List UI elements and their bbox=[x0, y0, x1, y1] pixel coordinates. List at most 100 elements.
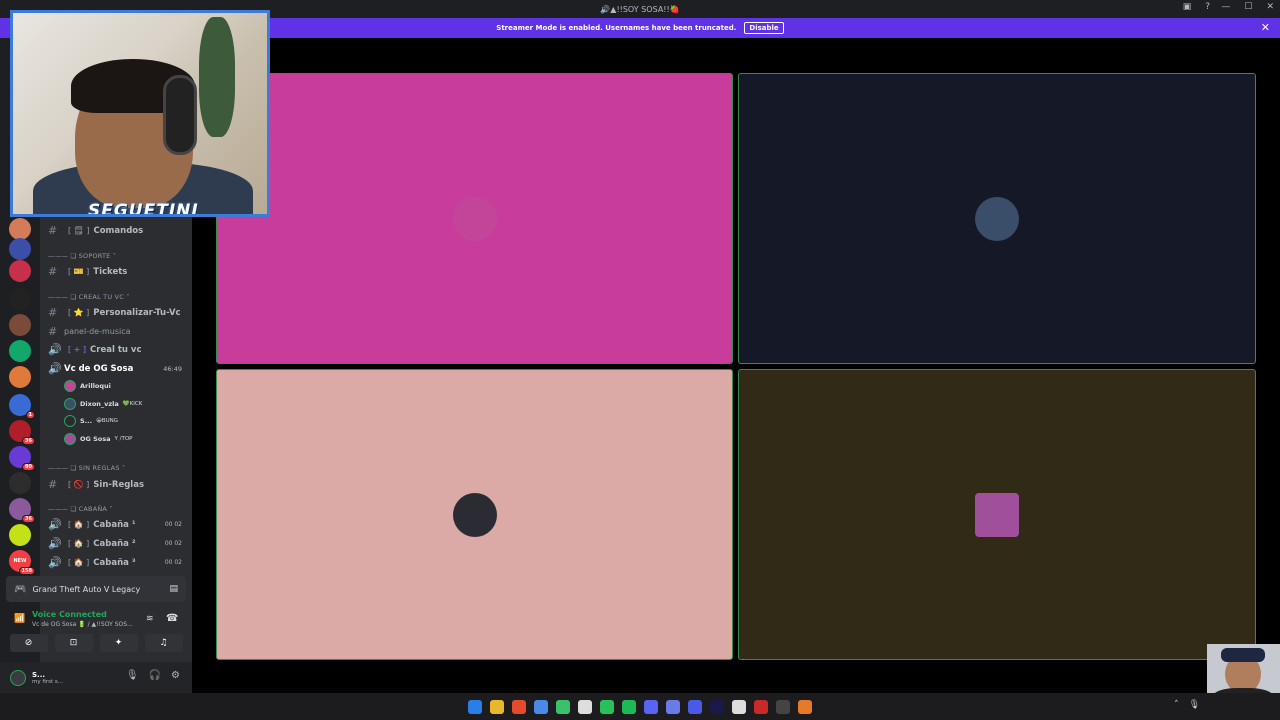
disconnect-icon[interactable]: ☎ bbox=[166, 613, 178, 624]
channel-panel-de-musica[interactable]: # panel-de-musica bbox=[40, 325, 192, 338]
server-icon[interactable] bbox=[9, 472, 31, 494]
user-status: my first s... bbox=[32, 678, 63, 685]
speaker-icon: 🔊 bbox=[48, 537, 62, 550]
avatar[interactable] bbox=[10, 669, 26, 686]
voice-user-tag: Y /TOP bbox=[114, 435, 133, 442]
notes-icon[interactable] bbox=[776, 699, 790, 714]
folder-icon[interactable] bbox=[490, 699, 504, 714]
premiere-icon[interactable] bbox=[710, 699, 724, 714]
windows-icon[interactable] bbox=[468, 699, 482, 714]
channel-cabana[interactable]: 🔊 [ 🏠 ] Cabaña ³ 00 02 bbox=[40, 556, 192, 569]
video-tile-4[interactable] bbox=[738, 369, 1256, 660]
inbox-icon[interactable]: ▣ bbox=[1183, 2, 1192, 12]
video-tile-2[interactable] bbox=[738, 73, 1256, 364]
mention-badge: 36 bbox=[22, 515, 35, 523]
voice-user-tag: 😀BUNG bbox=[96, 418, 119, 424]
bracket-icon: [ 🗒 ] bbox=[68, 226, 90, 235]
voice-user[interactable]: S... 😀BUNG bbox=[64, 415, 118, 427]
no-entry-icon: [ 🚫 ] bbox=[68, 480, 90, 489]
server-icon[interactable]: 36 bbox=[9, 498, 35, 523]
channel-label: Vc de OG Sosa bbox=[64, 363, 134, 374]
video-tile-1[interactable] bbox=[216, 73, 733, 364]
noise-icon[interactable]: ≋ bbox=[146, 614, 154, 624]
whatsapp-icon[interactable] bbox=[600, 699, 614, 714]
settings-icon[interactable]: ⚙ bbox=[171, 670, 180, 681]
calendar-icon[interactable] bbox=[688, 699, 702, 714]
activity-card[interactable]: 🎮 Grand Theft Auto V Legacy ▤ bbox=[6, 576, 186, 602]
voice-user[interactable]: Dixon_vzla 💚KICK bbox=[64, 397, 142, 410]
channel-sin-reglas[interactable]: # [ 🚫 ] Sin-Reglas bbox=[40, 478, 192, 491]
channel-label: Cabaña ² bbox=[93, 538, 136, 549]
user-limit-count: 00 02 bbox=[164, 521, 182, 528]
channel-label: panel-de-musica bbox=[64, 327, 131, 336]
chrome-icon[interactable] bbox=[534, 699, 548, 714]
obs-icon[interactable] bbox=[754, 699, 768, 714]
server-icon[interactable]: NEW 158 bbox=[9, 550, 35, 575]
category-creal[interactable]: ——— ❏ CREAL TU VC ˅ bbox=[48, 293, 130, 301]
disable-button[interactable]: Disable bbox=[744, 22, 784, 34]
app-icon[interactable] bbox=[798, 699, 812, 714]
server-icon[interactable] bbox=[9, 238, 31, 260]
files-icon[interactable] bbox=[666, 699, 680, 714]
channel-label: Sin-Reglas bbox=[93, 479, 145, 490]
voice-user-name: S... bbox=[80, 417, 93, 425]
voice-channel-name[interactable]: Vc de OG Sosa 🔋 / ▲!!SOY SOS... bbox=[32, 621, 133, 628]
game-name: Grand Theft Auto V Legacy bbox=[32, 584, 141, 594]
close-icon[interactable]: ✕ bbox=[1266, 2, 1274, 12]
user-panel: S... my first s... 🎙 🎧 ⚙ bbox=[0, 662, 192, 693]
channel-label: Creal tu vc bbox=[90, 344, 142, 355]
chrome-icon[interactable] bbox=[556, 699, 570, 714]
headphones-icon[interactable]: 🎧 bbox=[149, 670, 161, 681]
voice-status[interactable]: Voice Connected bbox=[32, 610, 107, 619]
channel-cabana[interactable]: 🔊 [ 🏠 ] Cabaña ² 00 02 bbox=[40, 537, 192, 550]
server-icon[interactable] bbox=[9, 218, 31, 240]
video-tile-3[interactable] bbox=[216, 369, 733, 660]
voice-user[interactable]: Arilloqui bbox=[64, 380, 115, 392]
server-icon[interactable]: 80 bbox=[9, 446, 35, 471]
brave-icon[interactable] bbox=[512, 699, 526, 714]
channel-label: Cabaña ³ bbox=[93, 557, 136, 568]
category-label: CABAÑA bbox=[78, 505, 108, 513]
microphone-icon[interactable]: 🎙 bbox=[126, 670, 139, 681]
category-sin-reglas[interactable]: ——— ❏ SIN REGLAS ˅ bbox=[48, 464, 125, 472]
close-banner-icon[interactable]: ✕ bbox=[1261, 21, 1270, 34]
share-screen-icon[interactable]: ▤ bbox=[169, 584, 178, 594]
cabin-icon: [ 🏠 ] bbox=[68, 558, 90, 567]
server-icon[interactable] bbox=[9, 260, 31, 282]
channel-label: Personalizar-Tu-Vc bbox=[93, 307, 181, 318]
category-cabana[interactable]: ——— ❏ CABAÑA ˅ bbox=[48, 505, 113, 513]
minimize-icon[interactable]: — bbox=[1221, 2, 1230, 12]
channel-tickets[interactable]: # [ 🎫 ] Tickets bbox=[40, 265, 192, 278]
server-icon[interactable] bbox=[9, 288, 31, 310]
spotify-icon[interactable] bbox=[622, 699, 636, 714]
user-limit-count: 00 02 bbox=[164, 540, 182, 547]
channel-voice-og-sosa[interactable]: 🔊 Vc de OG Sosa 46:49 bbox=[40, 362, 192, 375]
participant-avatar bbox=[975, 196, 1019, 241]
discord-icon[interactable] bbox=[644, 699, 658, 714]
screen-share-icon[interactable]: ⊡ bbox=[54, 634, 93, 652]
server-icon[interactable]: 1 bbox=[9, 394, 35, 419]
channel-comandos[interactable]: # [ 🗒 ] Comandos bbox=[40, 224, 192, 237]
server-icon[interactable] bbox=[9, 340, 31, 362]
mic-tray-icon[interactable]: 🎙 bbox=[1189, 700, 1200, 710]
soundboard-icon[interactable]: ♫ bbox=[144, 634, 183, 652]
chevron-up-icon[interactable]: ˄ bbox=[1174, 700, 1179, 710]
voice-user[interactable]: OG Sosa Y /TOP bbox=[64, 432, 133, 445]
camera-off-icon[interactable]: ⊘ bbox=[9, 634, 48, 652]
participant-avatar bbox=[452, 196, 497, 241]
channel-creal-tu-vc[interactable]: 🔊 [ + ] Creal tu vc bbox=[40, 343, 192, 356]
help-icon[interactable]: ? bbox=[1205, 2, 1210, 12]
chatgpt-icon[interactable] bbox=[578, 699, 592, 714]
activities-icon[interactable]: ✦ bbox=[99, 634, 138, 652]
server-icon[interactable] bbox=[9, 524, 31, 546]
channel-personalizar[interactable]: # [ ⭐ ] Personalizar-Tu-Vc bbox=[40, 306, 192, 319]
capcut-icon[interactable] bbox=[732, 699, 746, 714]
channel-cabana[interactable]: 🔊 [ 🏠 ] Cabaña ¹ 00 02 bbox=[40, 518, 192, 531]
server-icon[interactable] bbox=[9, 314, 31, 336]
server-icon[interactable]: 36 bbox=[9, 420, 35, 445]
avatar bbox=[64, 415, 76, 427]
webcam-overlay-text: SEGUETINI bbox=[88, 201, 199, 217]
maximize-icon[interactable]: ☐ bbox=[1244, 2, 1252, 12]
category-soporte[interactable]: ——— ❏ SOPORTE ˅ bbox=[48, 252, 116, 260]
server-icon[interactable] bbox=[9, 366, 31, 388]
